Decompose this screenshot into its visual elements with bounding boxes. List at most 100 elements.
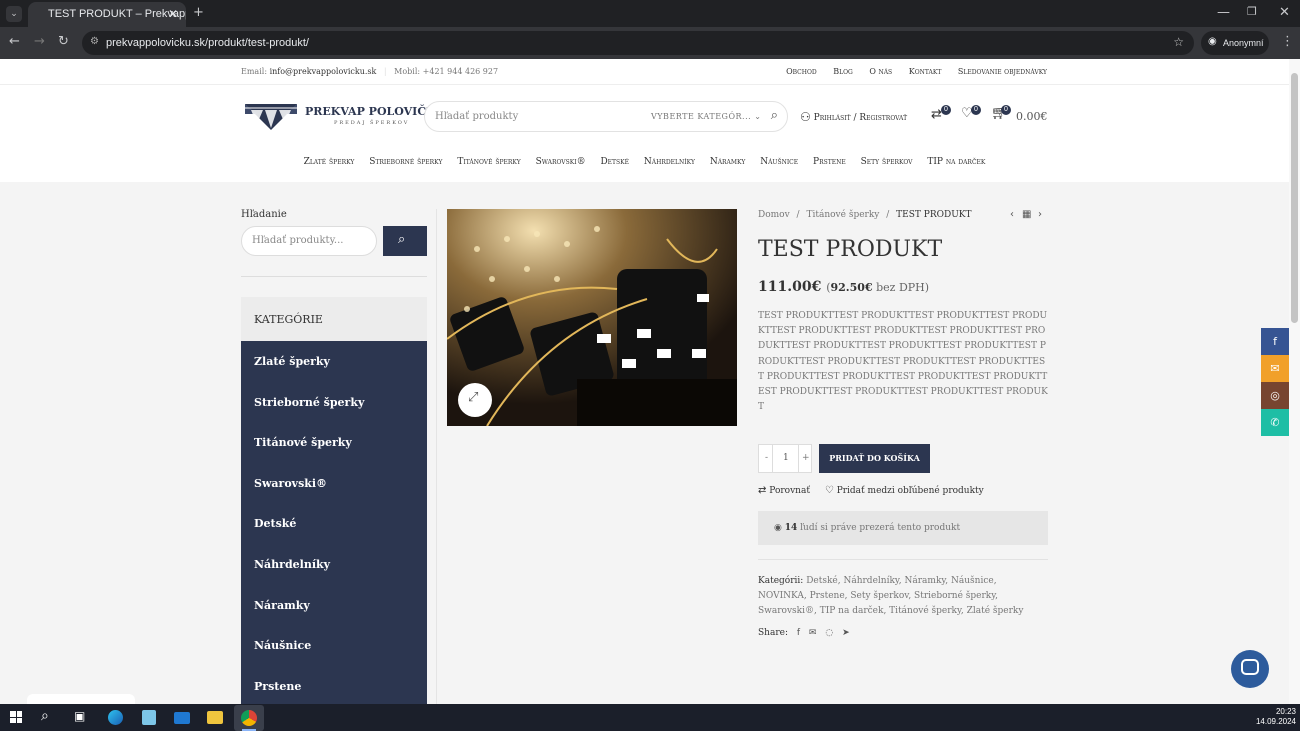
header-account: ⚇ Prihlásiť / Registrovať [800,109,907,124]
facebook-icon[interactable]: f [1261,328,1289,355]
nav-strieborne-sperky[interactable]: Strieborné šperky [369,157,442,167]
notepad-icon[interactable] [142,710,156,725]
search-icon[interactable]: ⌕ [41,708,49,724]
quantity-stepper: - 1 + [758,444,812,473]
close-tab-icon[interactable]: ✕ [168,7,178,21]
reload-icon[interactable]: ↻ [58,34,69,49]
nav-detske[interactable]: Detské [600,157,629,167]
windows-start-icon[interactable] [10,711,22,723]
page-scrollbar[interactable] [1289,59,1300,704]
share-label: Share: [758,628,788,638]
qty-input[interactable]: 1 [783,453,789,463]
address-bar[interactable]: ⚙ prekvappolovicku.sk/produkt/test-produ… [82,31,1194,55]
price-excl-vat: (92.50€ bez DPH) [826,281,930,294]
category-item[interactable]: Swarovski® [241,463,427,504]
categories-title: KATEGÓRIE [241,297,427,341]
nav-titanove-sperky[interactable]: Titánové šperky [457,157,520,167]
forward-icon[interactable]: → [34,34,45,49]
phone-number[interactable]: +421 944 426 927 [423,67,498,76]
browser-tab[interactable]: TEST PRODUKT – Prekvappolov ✕ [28,2,186,27]
system-clock[interactable]: 20:23 14.09.2024 [1256,707,1296,727]
header-search-input[interactable]: Hľadať produkty [435,111,518,122]
qty-minus-button[interactable]: - [765,453,768,463]
price-excl-value: 92.50€ [830,281,873,294]
telegram-icon[interactable]: ➤ [842,628,850,638]
email-icon[interactable]: ✉ [809,628,817,638]
web-page: Email: info@prekvappolovicku.sk | Mobil:… [0,59,1289,704]
top-link-blog[interactable]: Blog [833,67,853,76]
category-item[interactable]: Detské [241,503,427,544]
back-icon[interactable]: ← [9,34,20,49]
file-explorer-icon[interactable] [207,711,223,724]
facebook-icon[interactable]: f [797,628,800,638]
qty-plus-button[interactable]: + [802,453,810,463]
email-link[interactable]: info@prekvappolovicku.sk [270,67,377,76]
prev-product-icon[interactable]: ‹ [1010,209,1014,220]
nav-nahrdelniky[interactable]: Náhrdelníky [644,157,695,167]
product-categories: Kategórii: Detské, Náhrdelníky, Náramky,… [758,574,1048,620]
login-link[interactable]: Prihlásiť / Registrovať [814,113,907,123]
category-item[interactable]: Náramky [241,585,427,626]
nav-sety-sperkov[interactable]: Sety šperkov [861,157,913,167]
category-item[interactable]: Zlaté šperky [241,341,427,382]
sidebar-search-input[interactable]: Hľadať produkty... [241,226,377,256]
close-window-icon[interactable]: ✕ [1279,5,1290,20]
browser-menu-icon[interactable]: ⋮ [1281,34,1294,49]
bookmark-star-icon[interactable]: ☆ [1173,35,1184,49]
cart-total[interactable]: 0.00€ [1016,110,1048,123]
compare-icon: ⇄ [758,485,767,496]
chat-icon [1241,659,1259,675]
chat-widget-button[interactable] [1231,650,1269,688]
whatsapp-icon[interactable]: ◌ [825,628,833,638]
main-nav: Zlaté šperky Strieborné šperky Titánové … [0,157,1289,167]
compare-link[interactable]: Porovnať [769,486,810,496]
tab-search-icon[interactable]: ⌄ [6,6,22,22]
category-item[interactable]: Titánové šperky [241,422,427,463]
instagram-icon[interactable]: ◎ [1261,382,1289,409]
top-link-tracking[interactable]: Sledovanie objednávky [958,67,1047,76]
incognito-icon: ◉ [1208,36,1217,47]
restore-icon[interactable]: ❐ [1247,5,1257,18]
site-info-icon[interactable]: ⚙ [90,36,99,47]
nav-nausnice[interactable]: Náušnice [760,157,798,167]
breadcrumb: Domov / Titánové šperky / TEST PRODUKT [758,210,972,220]
nav-prstene[interactable]: Prstene [813,157,846,167]
minimize-icon[interactable]: — [1217,5,1230,20]
zoom-button[interactable]: ⤢ [458,383,492,417]
nav-naramky[interactable]: Náramky [710,157,745,167]
mail-icon[interactable] [174,712,190,724]
task-view-icon[interactable]: ▣ [74,709,85,723]
nav-tip-na-darcek[interactable]: TIP na darček [927,157,985,167]
scrollbar-thumb[interactable] [1291,73,1298,323]
new-tab-icon[interactable]: + [193,5,204,20]
diamond-logo-icon[interactable] [241,100,301,132]
search-icon[interactable]: ⌕ [771,108,778,123]
product-description: TEST PRODUKTTEST PRODUKTTEST PRODUKTTEST… [758,311,1048,413]
incognito-profile[interactable]: ◉ Anonymní [1201,31,1269,55]
email-icon[interactable]: ✉ [1261,355,1289,382]
category-item[interactable]: Náhrdelníky [241,544,427,585]
expand-icon: ⤢ [468,390,479,405]
nav-swarovski[interactable]: Swarovski® [536,157,586,167]
top-link-o-nas[interactable]: O nás [869,67,892,76]
whatsapp-icon[interactable]: ✆ [1261,409,1289,436]
user-icon[interactable]: ⚇ [800,110,811,124]
category-item[interactable]: Prstene [241,666,427,704]
category-item[interactable]: Strieborné šperky [241,382,427,423]
next-product-icon[interactable]: › [1038,209,1042,220]
edge-icon[interactable] [108,710,123,725]
grid-icon[interactable]: ▦ [1022,209,1031,220]
category-item[interactable]: Náušnice [241,625,427,666]
add-to-cart-button[interactable]: PRIDAŤ DO KOŠÍKA [819,444,930,473]
chrome-taskbar-button[interactable] [234,705,264,731]
top-link-obchod[interactable]: Obchod [786,67,817,76]
sidebar-search-button[interactable]: ⌕ [383,226,427,256]
top-link-kontakt[interactable]: Kontakt [909,67,942,76]
cookie-widget[interactable] [27,694,135,704]
nav-zlate-sperky[interactable]: Zlaté šperky [304,157,355,167]
wishlist-link[interactable]: Pridať medzi obľúbené produkty [837,486,984,496]
category-select[interactable]: VYBERTE KATEGÓR... ⌄ [651,112,761,121]
breadcrumb-category[interactable]: Titánové šperky [806,210,879,220]
breadcrumb-home[interactable]: Domov [758,210,790,220]
browser-tabbar: ⌄ TEST PRODUKT – Prekvappolov ✕ + — ❐ ✕ [0,0,1300,27]
